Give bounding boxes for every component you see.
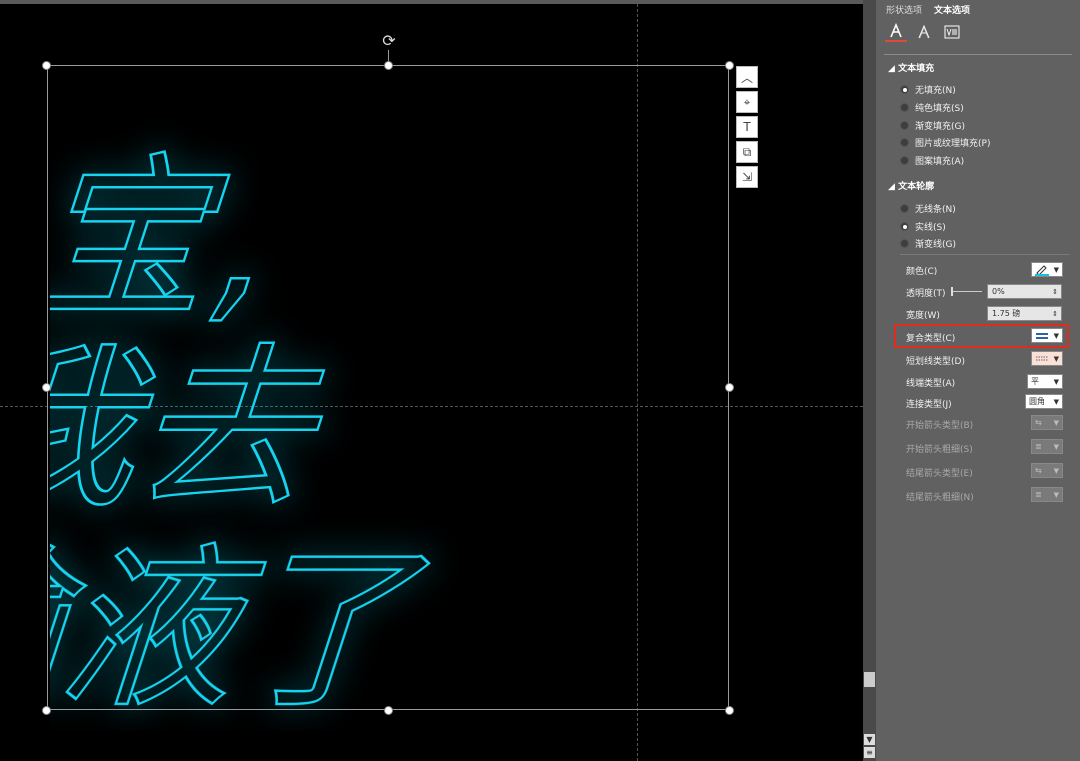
fill-option-picture[interactable]: 图片或纹理填充(P) [900, 136, 990, 149]
transparency-field[interactable]: 0% ⇕ [987, 284, 1062, 299]
radio-icon[interactable] [900, 239, 909, 248]
resize-handle-bottom-right[interactable] [725, 706, 734, 715]
collapse-icon: ◢ [888, 182, 899, 192]
cap-type-label: 线端类型(A) [906, 379, 956, 389]
section-divider [900, 254, 1070, 255]
outline-option-none[interactable]: 无线条(N) [900, 202, 956, 215]
end-arrow-type-dropdown[interactable]: ⇆ ▼ [1031, 463, 1063, 478]
join-type-dropdown[interactable]: 圆角 ▼ [1025, 394, 1063, 409]
copy-format-icon[interactable]: ⧉ [736, 141, 758, 163]
text-fill-outline-icon[interactable] [885, 22, 907, 42]
dash-type-label: 短划线类型(D) [906, 357, 965, 367]
layout-options-icon[interactable]: ︿ [736, 66, 758, 88]
radio-icon[interactable] [900, 156, 909, 165]
tab-divider [884, 54, 1072, 55]
arrow-size-icon: ≣ [1035, 490, 1042, 499]
fill-option-pattern[interactable]: 图案填充(A) [900, 154, 964, 167]
position-icon[interactable]: ⌖ [736, 91, 758, 113]
collapse-icon: ◢ [888, 64, 899, 74]
resize-handle-bottom-center[interactable] [384, 706, 393, 715]
outline-option-solid[interactable]: 实线(S) [900, 220, 946, 233]
resize-handle-top-center[interactable] [384, 61, 393, 70]
resize-handle-middle-left[interactable] [42, 383, 51, 392]
resize-handle-top-right[interactable] [725, 61, 734, 70]
join-type-label: 连接类型(J) [906, 400, 952, 410]
radio-icon[interactable] [900, 121, 909, 130]
end-arrow-size-dropdown[interactable]: ≣ ▼ [1031, 487, 1063, 502]
radio-icon[interactable] [900, 138, 909, 147]
fill-section-header[interactable]: ◢ 文本填充 [888, 61, 934, 74]
text-effects-icon[interactable] [913, 22, 935, 42]
outline-color-dropdown[interactable]: ▼ [1031, 262, 1063, 277]
arrow-size-icon: ≣ [1035, 442, 1042, 451]
fill-option-gradient[interactable]: 渐变填充(G) [900, 119, 965, 132]
begin-arrow-size-dropdown[interactable]: ≣ ▼ [1031, 439, 1063, 454]
arrow-type-icon: ⇆ [1035, 466, 1042, 475]
radio-icon[interactable] [900, 222, 909, 231]
begin-arrow-type-label: 开始箭头类型(B) [906, 421, 974, 431]
resize-handle-top-left[interactable] [42, 61, 51, 70]
rotate-icon[interactable]: ⟳ [380, 32, 398, 50]
radio-icon[interactable] [900, 103, 909, 112]
scroll-end-icon[interactable]: ≡ [864, 747, 875, 758]
text-box-icon[interactable]: T [736, 116, 758, 138]
fill-option-none[interactable]: 无填充(N) [900, 83, 956, 96]
selection-frame[interactable] [47, 65, 729, 710]
outline-section-header[interactable]: ◢ 文本轮廓 [888, 179, 934, 192]
end-arrow-type-label: 结尾箭头类型(E) [906, 469, 973, 479]
dash-line-icon [1036, 356, 1048, 360]
scroll-thumb[interactable] [864, 672, 875, 687]
dash-type-dropdown[interactable]: ▼ [1031, 351, 1063, 366]
color-label: 颜色(C) [906, 267, 938, 277]
vertical-scrollbar[interactable]: ▼ ≡ [863, 0, 876, 761]
textbox-icon[interactable] [941, 22, 963, 42]
radio-icon[interactable] [900, 204, 909, 213]
tab-text-options[interactable]: 文本选项 [934, 3, 970, 16]
transparency-slider[interactable] [952, 291, 982, 292]
spinner-icon[interactable]: ⇕ [1052, 310, 1058, 318]
format-pane: 形状选项 文本选项 ◢ 文本填充 无填充(N) 纯色填充(S) 渐变填充(G) … [876, 0, 1080, 761]
highlight-annotation [894, 324, 1069, 348]
fill-option-solid[interactable]: 纯色填充(S) [900, 101, 964, 114]
cap-type-dropdown[interactable]: 平 ▼ [1027, 374, 1063, 389]
begin-arrow-type-dropdown[interactable]: ⇆ ▼ [1031, 415, 1063, 430]
outline-option-gradient[interactable]: 渐变线(G) [900, 237, 956, 250]
spinner-icon[interactable]: ⇕ [1052, 288, 1058, 296]
resize-handle-middle-right[interactable] [725, 383, 734, 392]
floating-toolbar: ︿ ⌖ T ⧉ ⇲ [736, 66, 758, 191]
scroll-down-icon[interactable]: ▼ [864, 734, 875, 745]
top-edge-bar [0, 0, 863, 4]
slide-canvas[interactable]: 宝, 我去 输液了 ⟳ ︿ ⌖ T ⧉ ⇲ [0, 0, 863, 761]
begin-arrow-size-label: 开始箭头粗细(S) [906, 445, 973, 455]
icon-tabs [885, 22, 963, 42]
width-label: 宽度(W) [906, 311, 940, 321]
resize-icon[interactable]: ⇲ [736, 166, 758, 188]
width-field[interactable]: 1.75 磅 ⇕ [987, 306, 1062, 321]
end-arrow-size-label: 结尾箭头粗细(N) [906, 493, 974, 503]
transparency-label: 透明度(T) [906, 289, 946, 299]
transparency-slider-knob[interactable] [951, 287, 953, 296]
arrow-type-icon: ⇆ [1035, 418, 1042, 427]
pane-tabs: 形状选项 文本选项 [886, 3, 970, 16]
resize-handle-bottom-left[interactable] [42, 706, 51, 715]
pen-color-icon [1035, 264, 1049, 276]
tab-shape-options[interactable]: 形状选项 [886, 3, 922, 16]
radio-icon[interactable] [900, 85, 909, 94]
